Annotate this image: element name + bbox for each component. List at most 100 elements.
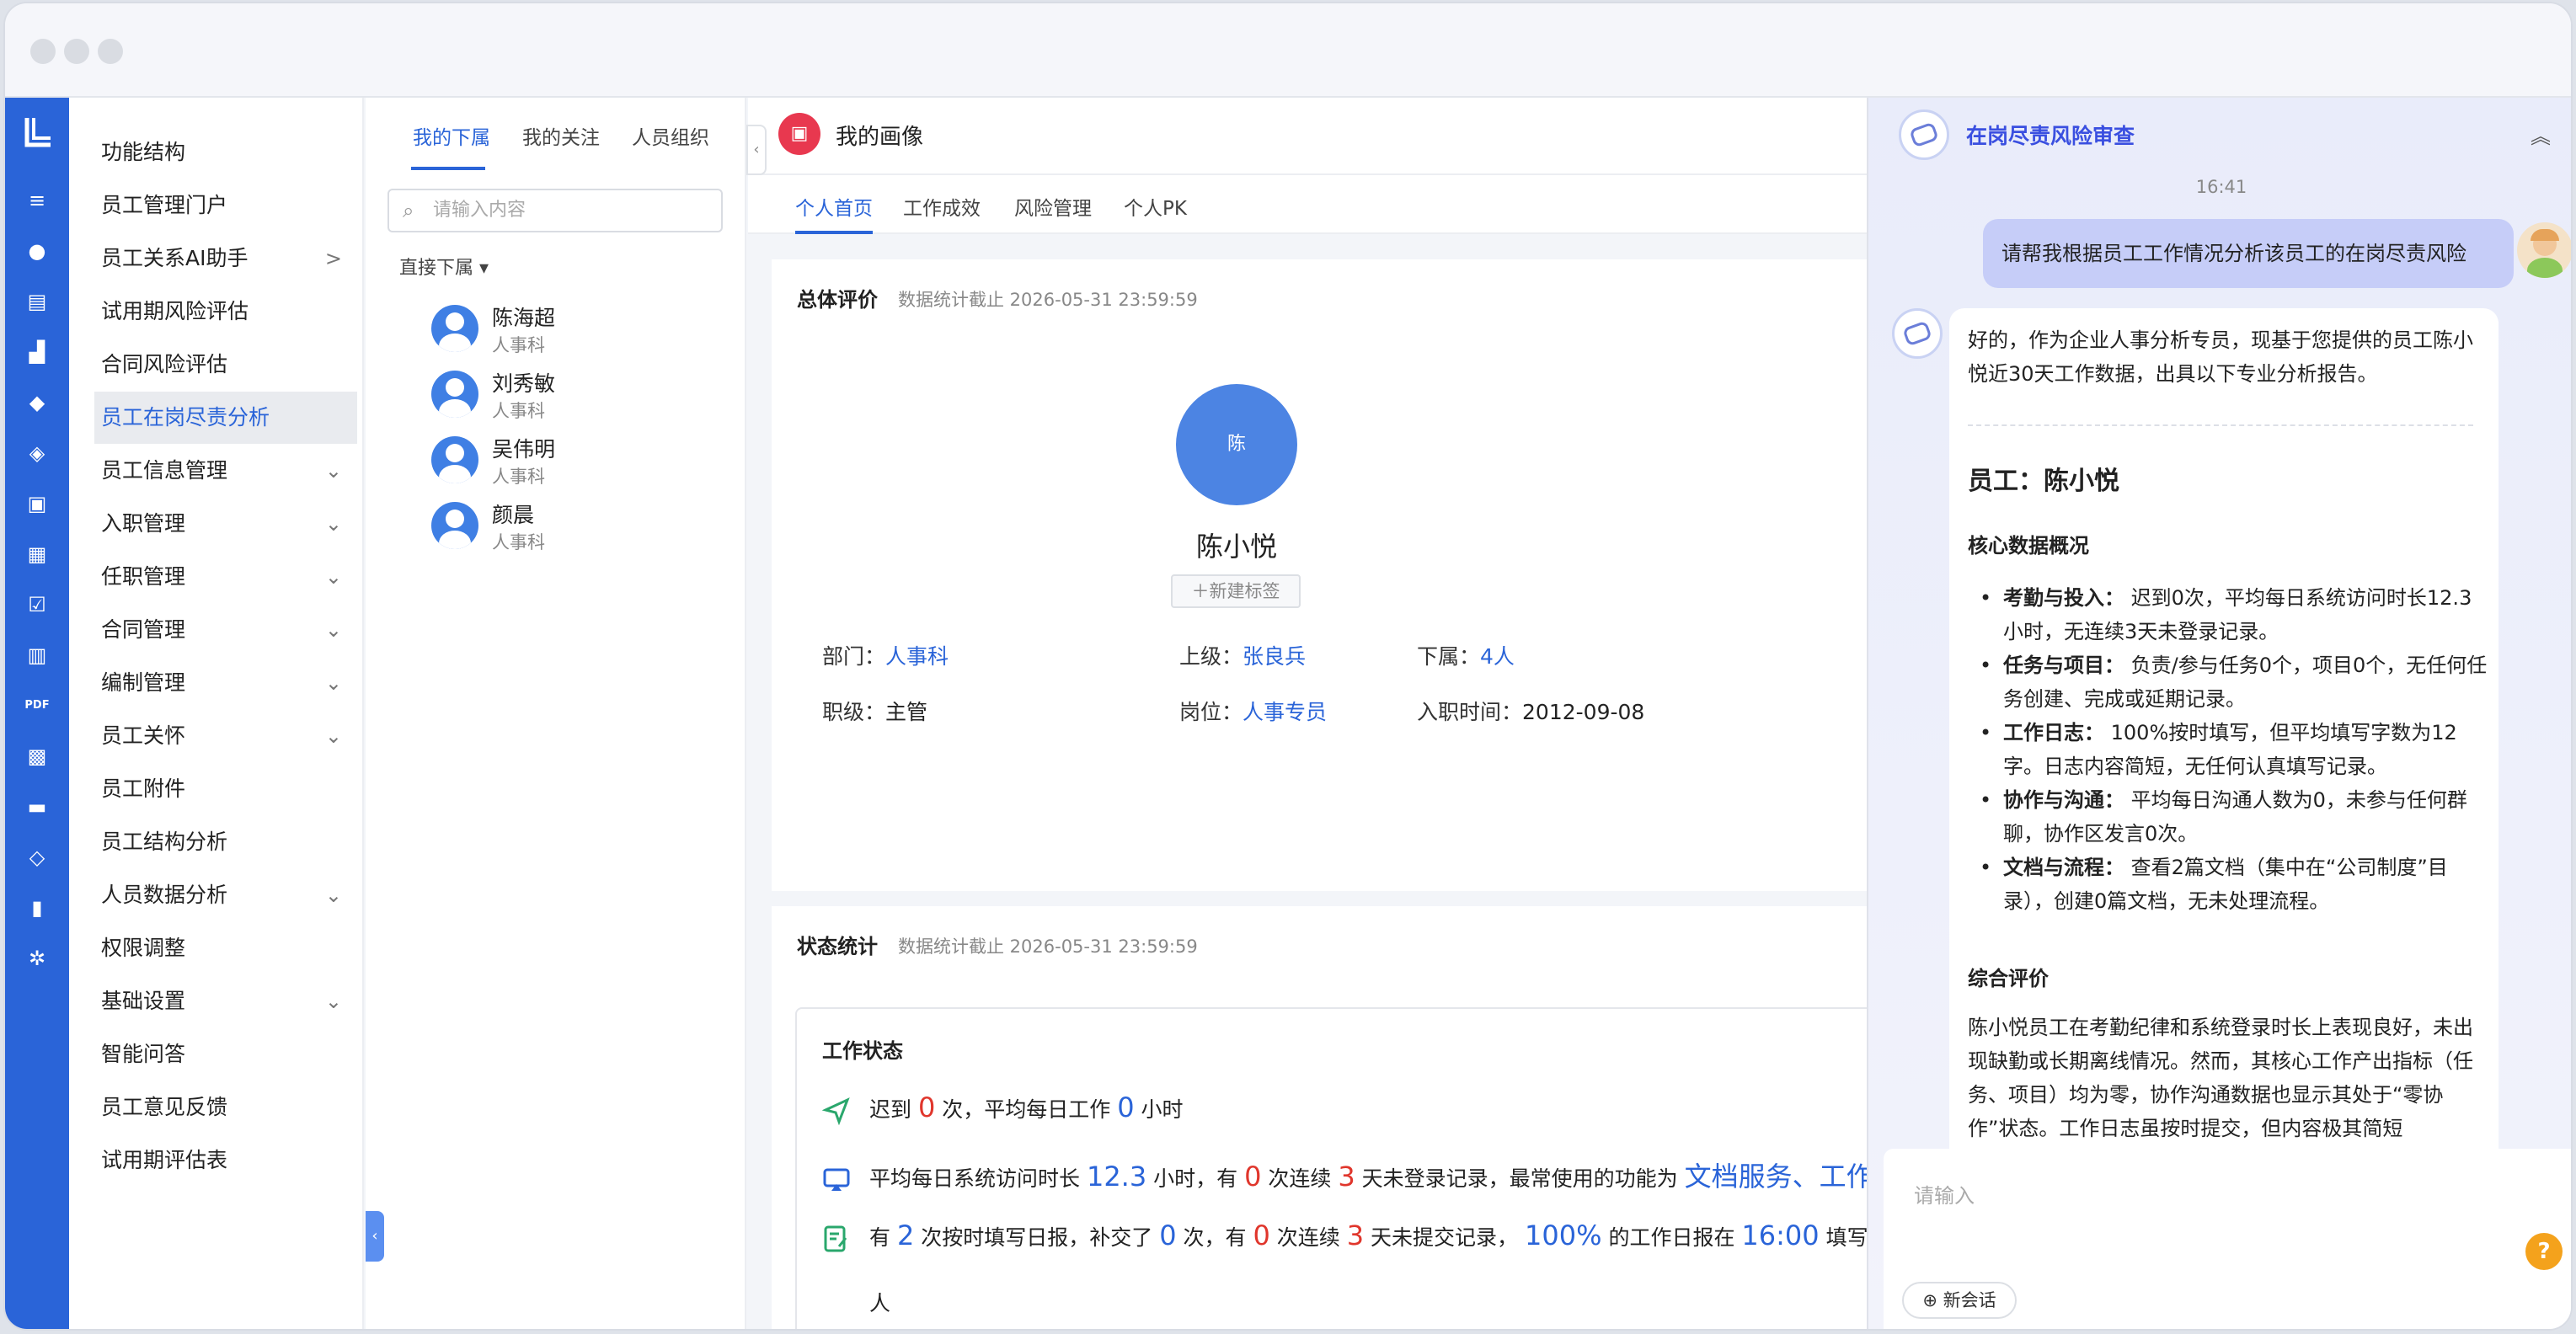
list-item[interactable]: 刘秀敏 人事科: [431, 366, 701, 424]
shield-icon[interactable]: ◈: [24, 440, 51, 467]
message-time: 16:41: [2195, 177, 2247, 197]
menu-item-employee-info[interactable]: 员工信息管理 ⌄: [94, 445, 357, 497]
layers-icon[interactable]: ◇: [24, 844, 51, 871]
tab-personal-pk[interactable]: 个人PK: [1124, 192, 1187, 221]
menu-item-feedback[interactable]: 员工意见反馈: [94, 1081, 357, 1134]
search-input[interactable]: ⌕ 请输入内容: [387, 189, 723, 232]
collapse-menu-button[interactable]: ‹: [366, 1211, 384, 1262]
reply-list-item: 工作日志： 100%按时填写，但平均填写字数为12字。日志内容简短，无任何认真填…: [1980, 716, 2492, 783]
stat-note: 数据统计截止 2026-05-31 23:59:59: [898, 290, 1198, 310]
briefcase-icon[interactable]: ▣: [24, 490, 51, 517]
avatar: [431, 436, 478, 483]
new-tag-button[interactable]: ＋新建标签: [1171, 574, 1301, 608]
org-chart-icon[interactable]: ▟: [24, 339, 51, 366]
dept-link[interactable]: 人事科: [885, 644, 949, 669]
chat-input-placeholder: 请输入: [1914, 1184, 1975, 1208]
window-minimize-dot[interactable]: [64, 39, 89, 64]
portrait-icon: ▣: [778, 113, 820, 155]
section-title: 状态统计: [797, 935, 878, 958]
window-close-dot[interactable]: [30, 39, 56, 64]
menu-item-attachments[interactable]: 员工附件: [94, 763, 357, 815]
ai-chat-panel: 在岗尽责风险审查 ︽ 16:41 请帮我根据员工工作情况分析该员工的在岗尽责风险…: [1867, 98, 2571, 1329]
menu-item-contract-mgmt[interactable]: 合同管理 ⌄: [94, 604, 357, 656]
most-used-function-link[interactable]: 文档服务、工作: [1685, 1161, 1873, 1193]
avatar: [431, 371, 478, 418]
menu-item-appointment[interactable]: 任职管理 ⌄: [94, 551, 357, 603]
list-item[interactable]: 吴伟明 人事科: [431, 431, 701, 490]
status-statistics-card: 状态统计 数据统计截止 2026-05-31 23:59:59 工作状态 迟到 …: [772, 906, 1882, 1329]
list-item[interactable]: 颜晨 人事科: [431, 497, 701, 556]
rank-field: 职级：主管: [822, 700, 928, 724]
chevron-down-icon: ⌄: [324, 883, 342, 907]
calendar-check-icon[interactable]: ▩: [24, 743, 51, 770]
menu-item-headcount[interactable]: 编制管理 ⌄: [94, 657, 357, 709]
tab-personal-home[interactable]: 个人首页: [795, 192, 873, 221]
active-tab-indicator: [795, 231, 873, 234]
chat-header: 在岗尽责风险审查 ︽: [1868, 98, 2571, 173]
tab-work-results[interactable]: 工作成效: [903, 192, 981, 221]
menu-item-probation-risk[interactable]: 试用期风险评估: [94, 285, 357, 338]
menu-item-permissions[interactable]: 权限调整: [94, 922, 357, 974]
cube-icon[interactable]: ◆: [24, 389, 51, 416]
edit-document-icon: [824, 1225, 847, 1252]
menu-item-base-settings[interactable]: 基础设置 ⌄: [94, 975, 357, 1027]
function-menu: 功能结构 员工管理门户 员工关系AI助手 > 试用期风险评估 合同风险评估 员工在…: [69, 98, 364, 1329]
help-icon[interactable]: ?: [2525, 1233, 2563, 1270]
menu-item-duty-analysis[interactable]: 员工在岗尽责分析: [94, 392, 357, 444]
menu-item-probation-form[interactable]: 试用期评估表: [94, 1134, 357, 1187]
report-icon[interactable]: ▤: [24, 288, 51, 315]
menu-item-care[interactable]: 员工关怀 ⌄: [94, 710, 357, 762]
menu-item-smart-qa[interactable]: 智能问答: [94, 1028, 357, 1081]
reply-core-heading: 核心数据概况: [1968, 534, 2089, 558]
active-tab-indicator: [411, 167, 485, 170]
title-bar: [5, 3, 2571, 98]
attendance-row: 迟到 0 次，平均每日工作 0 小时: [822, 1091, 1184, 1125]
list-icon[interactable]: ≡: [24, 187, 51, 214]
menu-item-employee-portal[interactable]: 员工管理门户: [94, 179, 357, 232]
work-status-panel: 工作状态 迟到 0 次，平均每日工作 0 小时 平均每日系统访问时长 12.3 …: [795, 1007, 1882, 1329]
daily-report-row-continued: 人: [869, 1291, 891, 1315]
menu-item-structure-analysis[interactable]: 员工结构分析: [94, 816, 357, 868]
main-content: ▣ 我的画像 个人首页 工作成效 风险管理 个人PK 总体评价 数据统计截止 2…: [748, 98, 1882, 1329]
pdf-icon[interactable]: PDF: [24, 692, 51, 719]
page-header: ▣ 我的画像: [748, 98, 1867, 173]
bar-chart-icon[interactable]: ▮: [24, 894, 51, 921]
post-link[interactable]: 人事专员: [1243, 700, 1327, 724]
new-chat-button[interactable]: ⊕ 新会话: [1902, 1282, 2017, 1319]
collapse-chat-icon[interactable]: ︽: [2531, 120, 2551, 149]
user-icon[interactable]: ●: [24, 237, 51, 264]
assistant-message: 好的，作为企业人事分析专员，现基于您提供的员工陈小悦近30天工作数据，出具以下专…: [1949, 308, 2499, 1243]
reply-list-item: 考勤与投入： 迟到0次，平均每日系统访问时长12.3小时，无连续3天未登录记录。: [1980, 581, 2492, 648]
menu-item-ai-assistant[interactable]: 员工关系AI助手 >: [94, 232, 357, 285]
subordinate-filter-dropdown[interactable]: 直接下属 ▾: [399, 253, 489, 280]
gear-icon[interactable]: ✲: [24, 945, 51, 972]
monitor-icon: [823, 1168, 850, 1191]
settings-card-icon[interactable]: ▦: [24, 541, 51, 568]
stat-note: 数据统计截止 2026-05-31 23:59:59: [898, 936, 1198, 957]
tab-my-follows[interactable]: 我的关注: [522, 121, 600, 150]
menu-item-function-structure[interactable]: 功能结构: [94, 126, 357, 179]
menu-item-onboarding[interactable]: 入职管理 ⌄: [94, 498, 357, 550]
subordinate-field: 下属：4人: [1417, 644, 1515, 669]
document-icon[interactable]: ▥: [24, 642, 51, 669]
collapse-org-panel-button[interactable]: ‹: [746, 125, 767, 175]
card-icon[interactable]: ▬: [24, 793, 51, 820]
org-panel: 我的下属 我的关注 人员组织 ⌕ 请输入内容 直接下属 ▾ 陈海超 人事科 刘秀…: [366, 98, 746, 1329]
app-logo-icon: [24, 118, 51, 147]
tab-my-subordinates[interactable]: 我的下属: [413, 121, 490, 150]
avatar: 陈: [1176, 384, 1297, 505]
bot-avatar-icon: [1892, 308, 1943, 359]
chat-input-area[interactable]: 请输入 ⊕ 新会话: [1884, 1149, 2571, 1329]
reply-employee-heading: 员工：陈小悦: [1968, 467, 2119, 496]
menu-item-contract-risk[interactable]: 合同风险评估: [94, 339, 357, 391]
window-zoom-dot[interactable]: [98, 39, 123, 64]
tab-risk-management[interactable]: 风险管理: [1014, 192, 1092, 221]
tab-org[interactable]: 人员组织: [632, 121, 709, 150]
subordinate-link[interactable]: 4人: [1480, 644, 1515, 669]
superior-link[interactable]: 张良兵: [1243, 644, 1306, 669]
checklist-icon[interactable]: ☑: [24, 591, 51, 618]
send-icon: [822, 1097, 850, 1125]
dept-field: 部门：人事科: [822, 644, 949, 669]
menu-item-data-analysis[interactable]: 人员数据分析 ⌄: [94, 869, 357, 921]
list-item[interactable]: 陈海超 人事科: [431, 300, 701, 359]
